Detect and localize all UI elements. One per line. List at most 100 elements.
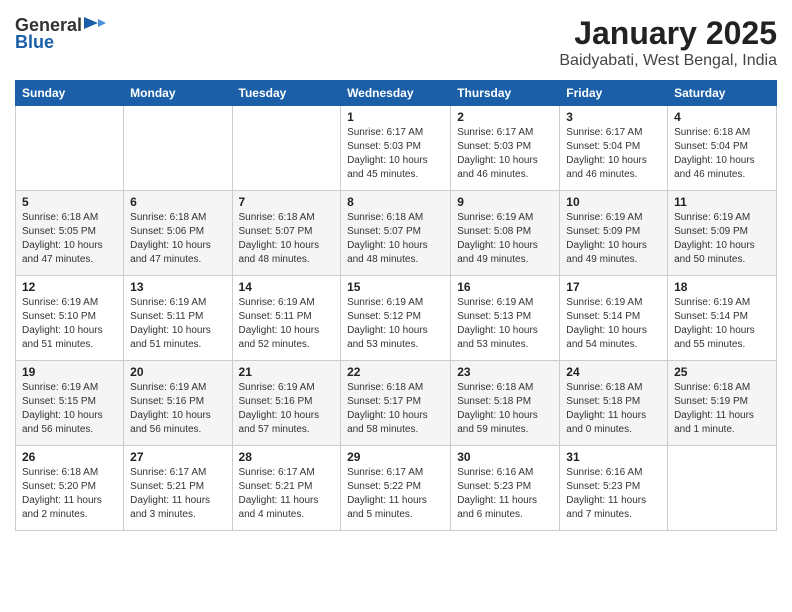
logo: General Blue [15,15,106,53]
day-number: 19 [22,365,117,379]
day-info: Sunrise: 6:18 AM Sunset: 5:18 PM Dayligh… [457,381,553,437]
day-number: 17 [566,280,661,294]
calendar-cell [124,106,232,191]
calendar-cell: 23 Sunrise: 6:18 AM Sunset: 5:18 PM Dayli… [451,361,560,446]
day-number: 14 [239,280,335,294]
calendar-cell: 19 Sunrise: 6:19 AM Sunset: 5:15 PM Dayli… [16,361,124,446]
day-info: Sunrise: 6:19 AM Sunset: 5:09 PM Dayligh… [674,211,770,267]
calendar-cell: 28 Sunrise: 6:17 AM Sunset: 5:21 PM Dayli… [232,446,341,531]
day-number: 5 [22,195,117,209]
day-number: 28 [239,450,335,464]
day-info: Sunrise: 6:18 AM Sunset: 5:07 PM Dayligh… [239,211,335,267]
day-number: 1 [347,110,444,124]
weekday-header-tuesday: Tuesday [232,81,341,106]
day-number: 4 [674,110,770,124]
calendar-week-row: 26Sunrise: 6:18 AM Sunset: 5:20 PM Dayli… [16,446,777,531]
day-number: 20 [130,365,225,379]
calendar-cell: 13 Sunrise: 6:19 AM Sunset: 5:11 PM Dayli… [124,276,232,361]
day-info: Sunrise: 6:17 AM Sunset: 5:03 PM Dayligh… [457,126,553,182]
day-info: Sunrise: 6:19 AM Sunset: 5:12 PM Dayligh… [347,296,444,352]
calendar-cell: 26Sunrise: 6:18 AM Sunset: 5:20 PM Dayli… [16,446,124,531]
calendar-cell: 8 Sunrise: 6:18 AM Sunset: 5:07 PM Daylig… [341,191,451,276]
day-info: Sunrise: 6:19 AM Sunset: 5:14 PM Dayligh… [566,296,661,352]
day-number: 21 [239,365,335,379]
calendar-cell [232,106,341,191]
day-number: 3 [566,110,661,124]
calendar-cell: 7Sunrise: 6:18 AM Sunset: 5:07 PM Daylig… [232,191,341,276]
day-info: Sunrise: 6:18 AM Sunset: 5:07 PM Dayligh… [347,211,444,267]
calendar-cell: 30 Sunrise: 6:16 AM Sunset: 5:23 PM Dayli… [451,446,560,531]
calendar-cell: 27Sunrise: 6:17 AM Sunset: 5:21 PM Dayli… [124,446,232,531]
day-info: Sunrise: 6:17 AM Sunset: 5:22 PM Dayligh… [347,466,444,522]
day-info: Sunrise: 6:17 AM Sunset: 5:21 PM Dayligh… [239,466,335,522]
day-info: Sunrise: 6:19 AM Sunset: 5:11 PM Dayligh… [130,296,225,352]
calendar-table: SundayMondayTuesdayWednesdayThursdayFrid… [15,80,777,531]
day-info: Sunrise: 6:19 AM Sunset: 5:08 PM Dayligh… [457,211,553,267]
calendar-cell: 2 Sunrise: 6:17 AM Sunset: 5:03 PM Daylig… [451,106,560,191]
day-info: Sunrise: 6:16 AM Sunset: 5:23 PM Dayligh… [566,466,661,522]
calendar-week-row: 19 Sunrise: 6:19 AM Sunset: 5:15 PM Dayli… [16,361,777,446]
calendar-cell: 10 Sunrise: 6:19 AM Sunset: 5:09 PM Dayli… [560,191,668,276]
day-info: Sunrise: 6:17 AM Sunset: 5:21 PM Dayligh… [130,466,225,522]
day-number: 26 [22,450,117,464]
day-number: 10 [566,195,661,209]
day-number: 23 [457,365,553,379]
day-number: 13 [130,280,225,294]
day-info: Sunrise: 6:16 AM Sunset: 5:23 PM Dayligh… [457,466,553,522]
header: General Blue January 2025 Baidyabati, We… [15,15,777,70]
day-info: Sunrise: 6:17 AM Sunset: 5:04 PM Dayligh… [566,126,661,182]
calendar-cell: 15 Sunrise: 6:19 AM Sunset: 5:12 PM Dayli… [341,276,451,361]
weekday-header-monday: Monday [124,81,232,106]
calendar-cell: 16 Sunrise: 6:19 AM Sunset: 5:13 PM Dayli… [451,276,560,361]
calendar-cell: 21 Sunrise: 6:19 AM Sunset: 5:16 PM Dayli… [232,361,341,446]
day-number: 9 [457,195,553,209]
day-number: 2 [457,110,553,124]
day-info: Sunrise: 6:18 AM Sunset: 5:06 PM Dayligh… [130,211,225,267]
calendar-cell: 4 Sunrise: 6:18 AM Sunset: 5:04 PM Daylig… [668,106,777,191]
day-info: Sunrise: 6:18 AM Sunset: 5:05 PM Dayligh… [22,211,117,267]
calendar-cell [668,446,777,531]
day-info: Sunrise: 6:18 AM Sunset: 5:19 PM Dayligh… [674,381,770,437]
page-subtitle: Baidyabati, West Bengal, India [559,52,777,70]
page: General Blue January 2025 Baidyabati, We… [0,0,792,612]
day-number: 12 [22,280,117,294]
day-number: 8 [347,195,444,209]
day-info: Sunrise: 6:17 AM Sunset: 5:03 PM Dayligh… [347,126,444,182]
day-number: 18 [674,280,770,294]
calendar-cell: 3 Sunrise: 6:17 AM Sunset: 5:04 PM Daylig… [560,106,668,191]
day-number: 24 [566,365,661,379]
weekday-header-sunday: Sunday [16,81,124,106]
weekday-header-thursday: Thursday [451,81,560,106]
calendar-cell: 29 Sunrise: 6:17 AM Sunset: 5:22 PM Dayli… [341,446,451,531]
calendar-week-row: 5 Sunrise: 6:18 AM Sunset: 5:05 PM Daylig… [16,191,777,276]
day-info: Sunrise: 6:19 AM Sunset: 5:11 PM Dayligh… [239,296,335,352]
calendar-cell: 18 Sunrise: 6:19 AM Sunset: 5:14 PM Dayli… [668,276,777,361]
day-number: 29 [347,450,444,464]
calendar-cell: 22Sunrise: 6:18 AM Sunset: 5:17 PM Dayli… [341,361,451,446]
calendar-cell: 25 Sunrise: 6:18 AM Sunset: 5:19 PM Dayli… [668,361,777,446]
calendar-cell: 31Sunrise: 6:16 AM Sunset: 5:23 PM Dayli… [560,446,668,531]
calendar-cell: 11Sunrise: 6:19 AM Sunset: 5:09 PM Dayli… [668,191,777,276]
day-number: 30 [457,450,553,464]
logo-blue-text: Blue [15,32,54,53]
weekday-header-row: SundayMondayTuesdayWednesdayThursdayFrid… [16,81,777,106]
calendar-cell: 12Sunrise: 6:19 AM Sunset: 5:10 PM Dayli… [16,276,124,361]
day-number: 25 [674,365,770,379]
weekday-header-saturday: Saturday [668,81,777,106]
title-section: January 2025 Baidyabati, West Bengal, In… [559,15,777,70]
day-info: Sunrise: 6:18 AM Sunset: 5:18 PM Dayligh… [566,381,661,437]
day-info: Sunrise: 6:19 AM Sunset: 5:13 PM Dayligh… [457,296,553,352]
day-info: Sunrise: 6:19 AM Sunset: 5:14 PM Dayligh… [674,296,770,352]
day-info: Sunrise: 6:19 AM Sunset: 5:15 PM Dayligh… [22,381,117,437]
day-number: 15 [347,280,444,294]
logo-flag-icon [84,17,106,35]
day-info: Sunrise: 6:19 AM Sunset: 5:16 PM Dayligh… [130,381,225,437]
calendar-cell: 1 Sunrise: 6:17 AM Sunset: 5:03 PM Daylig… [341,106,451,191]
day-info: Sunrise: 6:19 AM Sunset: 5:09 PM Dayligh… [566,211,661,267]
day-info: Sunrise: 6:18 AM Sunset: 5:04 PM Dayligh… [674,126,770,182]
weekday-header-friday: Friday [560,81,668,106]
calendar-week-row: 1 Sunrise: 6:17 AM Sunset: 5:03 PM Daylig… [16,106,777,191]
day-info: Sunrise: 6:19 AM Sunset: 5:16 PM Dayligh… [239,381,335,437]
day-number: 16 [457,280,553,294]
calendar-cell: 9 Sunrise: 6:19 AM Sunset: 5:08 PM Daylig… [451,191,560,276]
